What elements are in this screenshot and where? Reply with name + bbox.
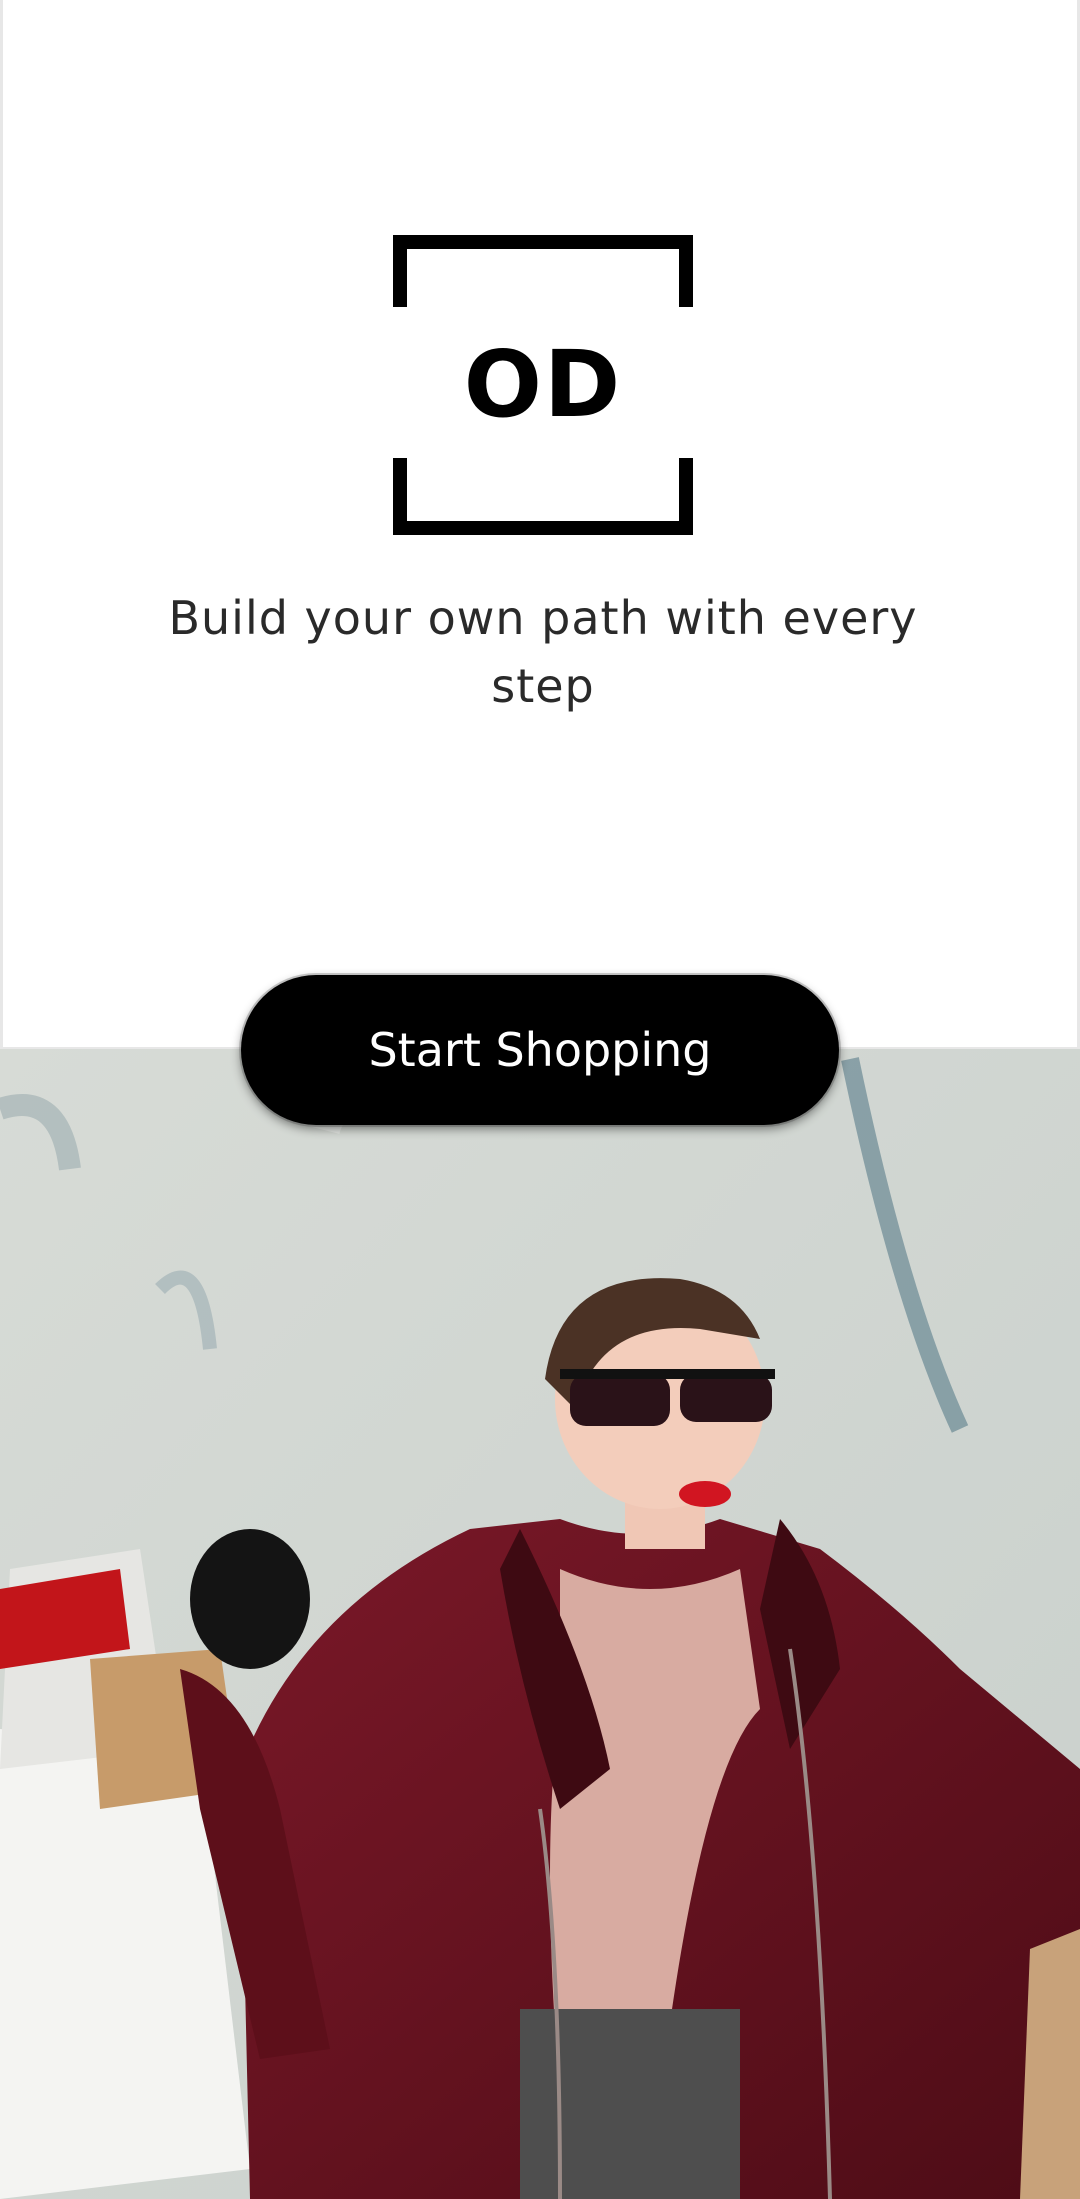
logo-text: OD xyxy=(463,331,623,438)
hero-image xyxy=(0,1049,1080,2199)
tagline-line-1: Build your own path with every xyxy=(168,591,918,645)
brand-logo: OD xyxy=(393,235,693,535)
tagline-line-2: step xyxy=(491,659,595,713)
tagline: Build your own path with every step xyxy=(143,584,943,720)
start-shopping-label: Start Shopping xyxy=(368,1023,712,1077)
start-shopping-button[interactable]: Start Shopping xyxy=(241,975,839,1125)
intro-panel: OD Build your own path with every step xyxy=(0,0,1080,1049)
shopping-woman-illustration xyxy=(0,1049,1080,2199)
